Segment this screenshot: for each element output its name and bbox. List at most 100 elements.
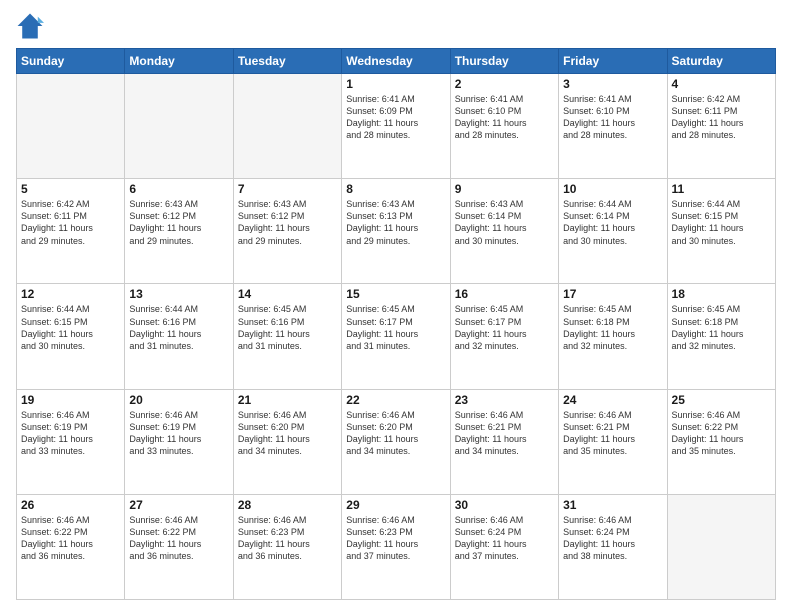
day-info: Sunrise: 6:46 AM Sunset: 6:22 PM Dayligh… xyxy=(129,514,228,563)
calendar-day-cell: 1Sunrise: 6:41 AM Sunset: 6:09 PM Daylig… xyxy=(342,74,450,179)
day-number: 20 xyxy=(129,393,228,407)
calendar-day-cell: 28 Sunrise: 6:46 AM Sunset: 6:23 PM Dayli… xyxy=(233,494,341,599)
day-info: Sunrise: 6:44 AM Sunset: 6:15 PM Dayligh… xyxy=(672,198,771,247)
calendar-day-cell: 15 Sunrise: 6:45 AM Sunset: 6:17 PM Dayli… xyxy=(342,284,450,389)
day-number: 5 xyxy=(21,182,120,196)
calendar-day-cell: 18Sunrise: 6:45 AM Sunset: 6:18 PM Dayli… xyxy=(667,284,775,389)
day-info: Sunrise: 6:42 AM Sunset: 6:11 PM Dayligh… xyxy=(21,198,120,247)
day-info: Sunrise: 6:46 AM Sunset: 6:19 PM Dayligh… xyxy=(129,409,228,458)
day-number: 28 xyxy=(238,498,337,512)
calendar-day-cell: 13 Sunrise: 6:44 AM Sunset: 6:16 PM Dayli… xyxy=(125,284,233,389)
day-info: Sunrise: 6:46 AM Sunset: 6:24 PM Dayligh… xyxy=(563,514,662,563)
day-number: 27 xyxy=(129,498,228,512)
day-number: 7 xyxy=(238,182,337,196)
day-info: Sunrise: 6:43 AM Sunset: 6:14 PM Dayligh… xyxy=(455,198,554,247)
calendar-day-cell: 7 Sunrise: 6:43 AM Sunset: 6:12 PM Daylig… xyxy=(233,179,341,284)
day-number: 22 xyxy=(346,393,445,407)
day-number: 19 xyxy=(21,393,120,407)
day-number: 17 xyxy=(563,287,662,301)
logo xyxy=(16,12,48,40)
calendar-day-cell: 16 Sunrise: 6:45 AM Sunset: 6:17 PM Dayli… xyxy=(450,284,558,389)
calendar-day-cell xyxy=(125,74,233,179)
day-info: Sunrise: 6:41 AM Sunset: 6:10 PM Dayligh… xyxy=(455,93,554,142)
day-number: 12 xyxy=(21,287,120,301)
weekday-header-cell: Monday xyxy=(125,49,233,74)
calendar-day-cell: 3 Sunrise: 6:41 AM Sunset: 6:10 PM Daylig… xyxy=(559,74,667,179)
calendar-day-cell: 4Sunrise: 6:42 AM Sunset: 6:11 PM Daylig… xyxy=(667,74,775,179)
calendar-week-row: 19 Sunrise: 6:46 AM Sunset: 6:19 PM Dayli… xyxy=(17,389,776,494)
day-number: 15 xyxy=(346,287,445,301)
day-number: 24 xyxy=(563,393,662,407)
day-number: 8 xyxy=(346,182,445,196)
calendar-day-cell xyxy=(667,494,775,599)
calendar-body: 1Sunrise: 6:41 AM Sunset: 6:09 PM Daylig… xyxy=(17,74,776,600)
day-number: 11 xyxy=(672,182,771,196)
calendar-week-row: 5 Sunrise: 6:42 AM Sunset: 6:11 PM Daylig… xyxy=(17,179,776,284)
day-number: 4 xyxy=(672,77,771,91)
calendar-day-cell: 14 Sunrise: 6:45 AM Sunset: 6:16 PM Dayli… xyxy=(233,284,341,389)
day-info: Sunrise: 6:46 AM Sunset: 6:22 PM Dayligh… xyxy=(672,409,771,458)
day-info: Sunrise: 6:44 AM Sunset: 6:15 PM Dayligh… xyxy=(21,303,120,352)
calendar-day-cell: 30 Sunrise: 6:46 AM Sunset: 6:24 PM Dayli… xyxy=(450,494,558,599)
day-number: 10 xyxy=(563,182,662,196)
calendar-day-cell: 23 Sunrise: 6:46 AM Sunset: 6:21 PM Dayli… xyxy=(450,389,558,494)
calendar-day-cell: 9 Sunrise: 6:43 AM Sunset: 6:14 PM Daylig… xyxy=(450,179,558,284)
weekday-header-cell: Saturday xyxy=(667,49,775,74)
calendar-day-cell xyxy=(233,74,341,179)
day-number: 2 xyxy=(455,77,554,91)
weekday-header-cell: Sunday xyxy=(17,49,125,74)
day-info: Sunrise: 6:44 AM Sunset: 6:16 PM Dayligh… xyxy=(129,303,228,352)
day-info: Sunrise: 6:46 AM Sunset: 6:24 PM Dayligh… xyxy=(455,514,554,563)
day-info: Sunrise: 6:41 AM Sunset: 6:09 PM Dayligh… xyxy=(346,93,445,142)
day-info: Sunrise: 6:45 AM Sunset: 6:17 PM Dayligh… xyxy=(346,303,445,352)
day-info: Sunrise: 6:44 AM Sunset: 6:14 PM Dayligh… xyxy=(563,198,662,247)
calendar-day-cell: 20 Sunrise: 6:46 AM Sunset: 6:19 PM Dayli… xyxy=(125,389,233,494)
calendar-day-cell: 5 Sunrise: 6:42 AM Sunset: 6:11 PM Daylig… xyxy=(17,179,125,284)
weekday-header-cell: Friday xyxy=(559,49,667,74)
day-number: 31 xyxy=(563,498,662,512)
calendar-day-cell: 27 Sunrise: 6:46 AM Sunset: 6:22 PM Dayli… xyxy=(125,494,233,599)
day-info: Sunrise: 6:45 AM Sunset: 6:16 PM Dayligh… xyxy=(238,303,337,352)
day-info: Sunrise: 6:46 AM Sunset: 6:21 PM Dayligh… xyxy=(455,409,554,458)
calendar-day-cell: 6 Sunrise: 6:43 AM Sunset: 6:12 PM Daylig… xyxy=(125,179,233,284)
weekday-header-row: SundayMondayTuesdayWednesdayThursdayFrid… xyxy=(17,49,776,74)
day-info: Sunrise: 6:45 AM Sunset: 6:18 PM Dayligh… xyxy=(563,303,662,352)
day-number: 6 xyxy=(129,182,228,196)
calendar-week-row: 26 Sunrise: 6:46 AM Sunset: 6:22 PM Dayli… xyxy=(17,494,776,599)
day-info: Sunrise: 6:46 AM Sunset: 6:19 PM Dayligh… xyxy=(21,409,120,458)
weekday-header-cell: Tuesday xyxy=(233,49,341,74)
calendar-day-cell: 24 Sunrise: 6:46 AM Sunset: 6:21 PM Dayli… xyxy=(559,389,667,494)
day-info: Sunrise: 6:43 AM Sunset: 6:12 PM Dayligh… xyxy=(129,198,228,247)
day-info: Sunrise: 6:46 AM Sunset: 6:23 PM Dayligh… xyxy=(238,514,337,563)
calendar-day-cell: 25 Sunrise: 6:46 AM Sunset: 6:22 PM Dayli… xyxy=(667,389,775,494)
page: SundayMondayTuesdayWednesdayThursdayFrid… xyxy=(0,0,792,612)
weekday-header-cell: Thursday xyxy=(450,49,558,74)
day-number: 21 xyxy=(238,393,337,407)
day-info: Sunrise: 6:43 AM Sunset: 6:12 PM Dayligh… xyxy=(238,198,337,247)
day-info: Sunrise: 6:46 AM Sunset: 6:20 PM Dayligh… xyxy=(238,409,337,458)
day-info: Sunrise: 6:45 AM Sunset: 6:17 PM Dayligh… xyxy=(455,303,554,352)
calendar-day-cell: 26Sunrise: 6:46 AM Sunset: 6:22 PM Dayli… xyxy=(17,494,125,599)
calendar-day-cell xyxy=(17,74,125,179)
day-number: 25 xyxy=(672,393,771,407)
day-info: Sunrise: 6:41 AM Sunset: 6:10 PM Dayligh… xyxy=(563,93,662,142)
calendar-day-cell: 12 Sunrise: 6:44 AM Sunset: 6:15 PM Dayli… xyxy=(17,284,125,389)
calendar-day-cell: 22Sunrise: 6:46 AM Sunset: 6:20 PM Dayli… xyxy=(342,389,450,494)
logo-icon xyxy=(16,12,44,40)
day-number: 23 xyxy=(455,393,554,407)
calendar-day-cell: 2 Sunrise: 6:41 AM Sunset: 6:10 PM Daylig… xyxy=(450,74,558,179)
day-number: 18 xyxy=(672,287,771,301)
day-number: 9 xyxy=(455,182,554,196)
day-number: 13 xyxy=(129,287,228,301)
day-info: Sunrise: 6:43 AM Sunset: 6:13 PM Dayligh… xyxy=(346,198,445,247)
day-number: 3 xyxy=(563,77,662,91)
day-number: 30 xyxy=(455,498,554,512)
day-number: 26 xyxy=(21,498,120,512)
day-number: 16 xyxy=(455,287,554,301)
day-number: 14 xyxy=(238,287,337,301)
day-number: 29 xyxy=(346,498,445,512)
calendar-day-cell: 21 Sunrise: 6:46 AM Sunset: 6:20 PM Dayli… xyxy=(233,389,341,494)
calendar-table: SundayMondayTuesdayWednesdayThursdayFrid… xyxy=(16,48,776,600)
calendar-week-row: 12 Sunrise: 6:44 AM Sunset: 6:15 PM Dayli… xyxy=(17,284,776,389)
day-info: Sunrise: 6:46 AM Sunset: 6:21 PM Dayligh… xyxy=(563,409,662,458)
